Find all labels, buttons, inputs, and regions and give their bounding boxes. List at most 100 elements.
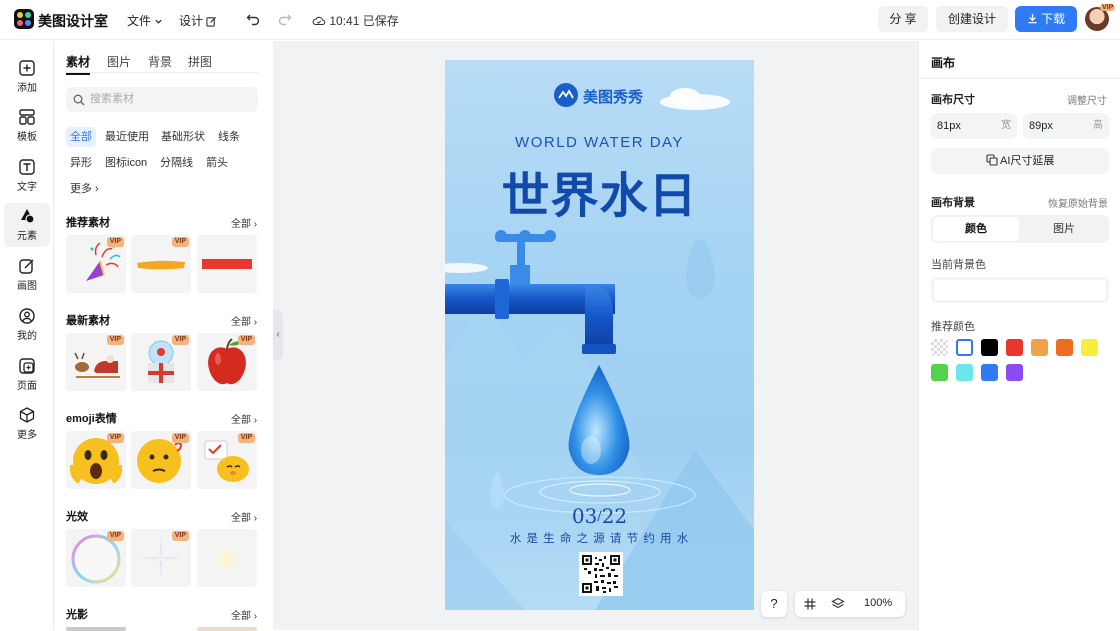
current-bg-color[interactable] bbox=[931, 277, 1109, 303]
swatch-green[interactable] bbox=[931, 364, 948, 381]
tab-material[interactable]: 素材 bbox=[66, 53, 91, 75]
material-thumb-yellow-brush[interactable]: VIP bbox=[131, 235, 191, 293]
create-design-button[interactable]: 创建设计 bbox=[936, 6, 1008, 32]
share-button[interactable]: 分 享 bbox=[878, 6, 928, 32]
see-all-newest[interactable]: 全部 › bbox=[231, 313, 257, 328]
vip-badge: VIP bbox=[106, 335, 124, 345]
see-all-light-shadow[interactable]: 全部 › bbox=[231, 607, 257, 622]
chip-all[interactable]: 全部 bbox=[66, 127, 96, 147]
chip-recent[interactable]: 最近使用 bbox=[101, 127, 153, 147]
chip-irregular[interactable]: 异形 bbox=[66, 153, 96, 173]
rail-item-draw[interactable]: 画图 bbox=[4, 253, 50, 297]
collapse-panel-button[interactable]: ‹ bbox=[273, 310, 283, 360]
material-thumb-partial[interactable] bbox=[66, 627, 126, 631]
see-all-recommended[interactable]: 全部 › bbox=[231, 215, 257, 230]
chip-dividers[interactable]: 分隔线 bbox=[156, 153, 197, 173]
plus-square-icon bbox=[19, 60, 35, 76]
material-thumb-shocked-emoji[interactable]: VIP bbox=[66, 431, 126, 489]
width-field[interactable]: 81px 宽 bbox=[931, 113, 1017, 139]
chip-icons[interactable]: 图标icon bbox=[101, 153, 151, 173]
zoom-level[interactable]: 100% bbox=[864, 597, 892, 609]
tab-bg-color[interactable]: 颜色 bbox=[933, 217, 1019, 241]
tab-background[interactable]: 背景 bbox=[148, 53, 172, 70]
properties-panel: 画布 画布尺寸 调整尺寸 81px 宽 89px 高 AI尺寸延展 画布背景 恢… bbox=[918, 41, 1120, 630]
swatch-red[interactable] bbox=[1006, 339, 1023, 356]
tab-images[interactable]: 图片 bbox=[107, 53, 131, 70]
tab-bg-image[interactable]: 图片 bbox=[1021, 217, 1107, 241]
undo-icon[interactable] bbox=[246, 12, 260, 26]
bg-type-tabs: 颜色 图片 bbox=[931, 215, 1109, 243]
current-bg-label: 当前背景色 bbox=[931, 259, 986, 271]
vip-badge: VIP bbox=[237, 335, 255, 345]
material-thumb-red-apple[interactable]: VIP bbox=[197, 333, 257, 391]
file-menu[interactable]: 文件 bbox=[127, 12, 163, 29]
material-thumb-reindeer-sleigh[interactable]: VIP bbox=[66, 333, 126, 391]
poster-title: 世界水日 bbox=[501, 168, 698, 224]
layers-icon[interactable] bbox=[831, 597, 845, 611]
cube-icon bbox=[19, 407, 35, 423]
vip-badge: VIP bbox=[171, 237, 189, 247]
height-field[interactable]: 89px 高 bbox=[1023, 113, 1109, 139]
rail-item-elements[interactable]: 元素 bbox=[4, 203, 50, 247]
search-icon bbox=[73, 94, 85, 106]
swatch-cyan[interactable] bbox=[956, 364, 973, 381]
material-thumb-glow[interactable] bbox=[197, 529, 257, 587]
rail-item-page[interactable]: 页面 bbox=[4, 353, 50, 397]
chip-arrows[interactable]: 箭头 bbox=[202, 153, 232, 173]
height-value: 89px bbox=[1029, 120, 1053, 132]
download-button[interactable]: 下载 bbox=[1015, 6, 1077, 32]
rail-item-text[interactable]: 文字 bbox=[4, 154, 50, 198]
ai-extend-button[interactable]: AI尺寸延展 bbox=[931, 148, 1109, 174]
adjust-size-link[interactable]: 调整尺寸 bbox=[1067, 92, 1107, 107]
tab-collage[interactable]: 拼图 bbox=[188, 53, 212, 70]
app-logo-icon[interactable] bbox=[14, 9, 34, 29]
rail-label: 更多 bbox=[17, 430, 37, 441]
swatch-yellow[interactable] bbox=[1081, 339, 1098, 356]
material-thumb-sparkle[interactable]: VIP bbox=[131, 529, 191, 587]
rail-item-add[interactable]: 添加 bbox=[4, 55, 50, 99]
swatch-light-orange[interactable] bbox=[1031, 339, 1048, 356]
search-input[interactable]: 搜索素材 bbox=[66, 87, 258, 112]
see-all-label: 全部 bbox=[231, 219, 251, 230]
design-menu[interactable]: 设计 bbox=[179, 12, 217, 29]
material-thumb-chick-checklist-emoji[interactable]: VIP bbox=[197, 431, 257, 489]
page-icon bbox=[19, 358, 35, 374]
brand-name: 美图秀秀 bbox=[583, 89, 644, 106]
rail-item-mine[interactable]: 我的 bbox=[4, 303, 50, 347]
see-all-light-effects[interactable]: 全部 › bbox=[231, 509, 257, 524]
material-thumb-party-popper[interactable]: VIP bbox=[66, 235, 126, 293]
restore-bg-link[interactable]: 恢复原始背景 bbox=[1048, 195, 1108, 210]
material-panel: 素材 图片 背景 拼图 搜索素材 全部 最近使用 基础形状 线条 异形 图标ic… bbox=[55, 41, 273, 631]
section-title-recommended: 推荐素材 bbox=[66, 217, 110, 229]
material-thumb-red-bar[interactable] bbox=[197, 235, 257, 293]
panel-title: 画布 bbox=[931, 56, 956, 70]
help-button[interactable]: ? bbox=[761, 591, 787, 617]
swatch-transparent[interactable] bbox=[931, 339, 948, 356]
swatch-purple[interactable] bbox=[1006, 364, 1023, 381]
ai-extend-label: AI尺寸延展 bbox=[1000, 155, 1055, 167]
rail-item-more[interactable]: 更多 bbox=[4, 402, 50, 446]
swatch-blue[interactable] bbox=[981, 364, 998, 381]
rail-item-template[interactable]: 模板 bbox=[4, 104, 50, 148]
swatch-white[interactable] bbox=[956, 339, 973, 356]
chip-basic-shapes[interactable]: 基础形状 bbox=[157, 127, 209, 147]
chip-lines[interactable]: 线条 bbox=[214, 127, 244, 147]
app-name: 美图设计室 bbox=[38, 13, 108, 29]
avatar-vip-badge: VIP bbox=[1100, 4, 1116, 11]
redo-icon[interactable] bbox=[278, 12, 292, 26]
see-all-emoji[interactable]: 全部 › bbox=[231, 411, 257, 426]
left-rail: 添加 模板 文字 元素 画图 我的 页面 更多 bbox=[0, 41, 54, 630]
material-thumb-thinking-emoji[interactable]: VIP bbox=[131, 431, 191, 489]
material-thumb-bubble[interactable]: VIP bbox=[66, 529, 126, 587]
chip-more[interactable]: 更多 › bbox=[66, 179, 103, 199]
poster-subtitle-en: WORLD WATER DAY bbox=[515, 134, 684, 151]
material-thumb-snow-globe-gift[interactable]: VIP bbox=[131, 333, 191, 391]
swatch-black[interactable] bbox=[981, 339, 998, 356]
shapes-icon bbox=[21, 209, 35, 224]
grid-icon[interactable] bbox=[804, 598, 816, 610]
swatch-orange[interactable] bbox=[1056, 339, 1073, 356]
material-thumb-partial[interactable] bbox=[197, 627, 257, 631]
edit-icon bbox=[206, 17, 217, 27]
rail-label: 文字 bbox=[17, 182, 37, 193]
poster-canvas[interactable]: 美图秀秀 WORLD WATER DAY 世界水日 03/22 水 是 生 命 … bbox=[445, 60, 754, 610]
